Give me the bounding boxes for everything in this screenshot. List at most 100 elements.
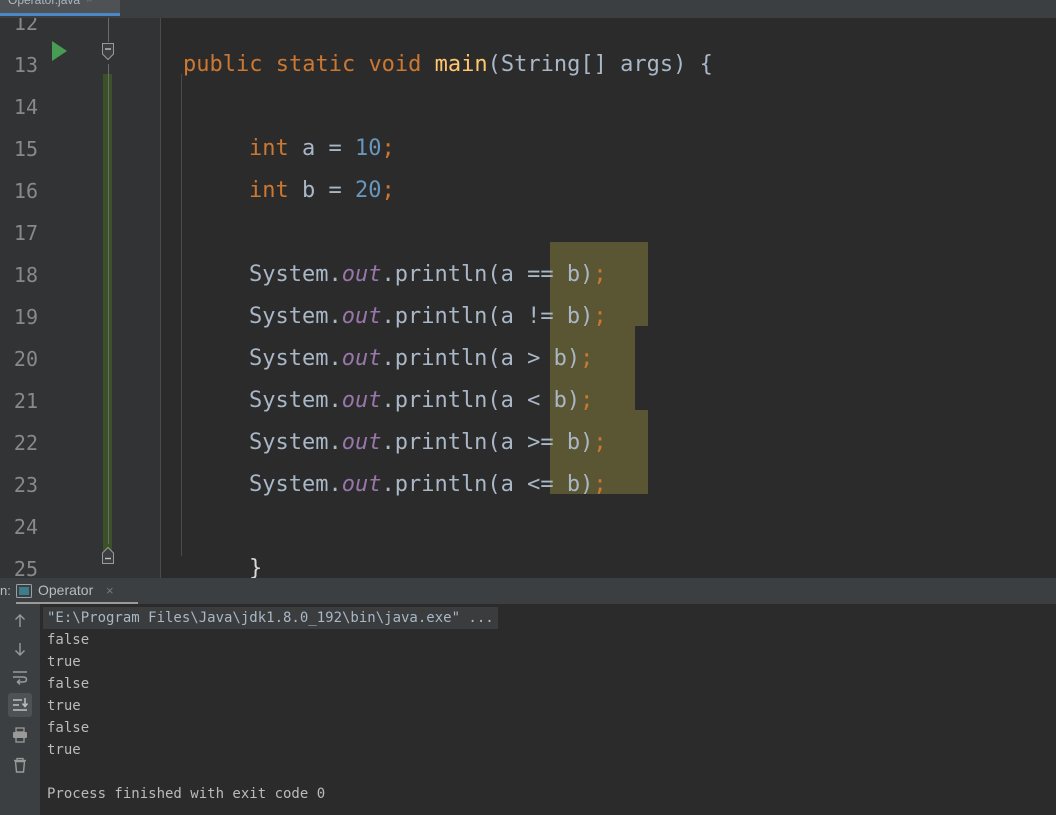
line-number: 21 [13, 389, 38, 413]
line-number: 12 [13, 18, 38, 35]
code-token: int [249, 178, 302, 203]
code-token: System. [249, 430, 342, 455]
code-token: .println(a < b) [381, 388, 581, 413]
console-output-line: true [47, 654, 81, 670]
code-line[interactable]: int b = 20; [249, 170, 395, 212]
line-number: 13 [13, 53, 38, 77]
code-token: ; [593, 472, 607, 497]
code-token: ; [580, 388, 594, 413]
up-arrow-icon[interactable] [8, 609, 32, 633]
fold-region-line [108, 18, 109, 42]
code-line[interactable]: } [249, 548, 262, 578]
line-number: 14 [13, 95, 38, 119]
code-token: } [249, 556, 263, 578]
soft-wrap-icon[interactable] [8, 665, 32, 689]
line-number: 18 [13, 263, 38, 287]
run-window-label: n: [0, 583, 11, 598]
code-token: int [249, 136, 302, 161]
code-token: main [434, 52, 488, 77]
line-number: 24 [13, 515, 38, 539]
code-line[interactable]: public static void main(String[] args) { [183, 44, 713, 86]
code-token: ; [381, 136, 395, 161]
down-arrow-icon[interactable] [8, 637, 32, 661]
run-tool-window: n: Operator × "E:\Program Files\Java\jdk… [0, 578, 1056, 815]
code-token: public [183, 52, 276, 77]
code-token: .println(a == b) [381, 262, 594, 287]
console-command-line: "E:\Program Files\Java\jdk1.8.0_192\bin\… [43, 607, 498, 629]
console-output-line: Process finished with exit code 0 [47, 786, 326, 802]
console-toolbar[interactable] [0, 604, 40, 815]
fold-end-icon[interactable] [97, 545, 119, 567]
console-output-line: false [47, 720, 90, 736]
run-arrow-icon[interactable] [52, 41, 67, 61]
close-icon[interactable]: × [86, 0, 92, 6]
code-line[interactable]: System.out.println(a > b); [249, 338, 593, 380]
editor-tab-operator-java[interactable]: Operator.java × [0, 0, 120, 16]
scroll-to-end-icon[interactable] [8, 693, 32, 717]
line-number: 22 [13, 431, 38, 455]
code-line[interactable]: System.out.println(a <= b); [249, 464, 607, 506]
code-token: System. [249, 304, 342, 329]
code-token: b [301, 178, 329, 203]
intellij-window: Operator.java × 12 13 14 15 16 17 18 19 20 21 22 23… [0, 0, 1056, 815]
console-icon [16, 583, 32, 598]
code-token: ; [593, 304, 607, 329]
code-token: .println(a >= b) [381, 430, 594, 455]
fold-collapse-icon[interactable] [97, 41, 119, 63]
code-line[interactable]: int a = 10; [249, 128, 395, 170]
line-number: 16 [13, 179, 38, 203]
editor-tab-label: Operator.java [8, 0, 81, 7]
console-output-line: false [47, 632, 90, 648]
console-output[interactable]: "E:\Program Files\Java\jdk1.8.0_192\bin\… [40, 604, 1056, 815]
code-token: = [328, 136, 355, 161]
code-token: ; [593, 262, 607, 287]
code-token: .println(a != b) [381, 304, 594, 329]
code-token: void [368, 52, 435, 77]
code-token: System. [249, 262, 342, 287]
code-token: out [341, 388, 382, 413]
run-tab-label: Operator [38, 582, 94, 598]
code-token: (String[] args) { [487, 52, 713, 77]
code-token: System. [249, 346, 342, 371]
code-editor[interactable]: 12 13 14 15 16 17 18 19 20 21 22 23 24 25 [0, 18, 1056, 578]
close-icon[interactable]: × [106, 583, 114, 598]
line-number: 23 [13, 473, 38, 497]
console-output-line: false [47, 676, 90, 692]
code-line[interactable]: System.out.println(a != b); [249, 296, 607, 338]
line-number: 25 [13, 557, 38, 578]
run-tool-window-header: n: Operator × [0, 578, 1056, 604]
editor-gutter[interactable]: 12 13 14 15 16 17 18 19 20 21 22 23 24 25 [0, 18, 160, 578]
code-token: a [301, 136, 329, 161]
code-token: 20 [354, 178, 382, 203]
code-token: ; [381, 178, 395, 203]
console-output-line: true [47, 742, 81, 758]
code-token: out [341, 304, 382, 329]
code-token: ; [580, 346, 594, 371]
print-icon[interactable] [8, 723, 32, 747]
code-token: out [341, 430, 382, 455]
code-content[interactable]: public static void main(String[] args) {… [161, 18, 1056, 578]
line-number: 15 [13, 137, 38, 161]
code-token: System. [249, 472, 342, 497]
console-output-line: true [47, 698, 81, 714]
line-number: 17 [13, 221, 38, 245]
code-line[interactable]: System.out.println(a < b); [249, 380, 593, 422]
editor-tab-strip: Operator.java × [0, 0, 1056, 18]
code-token: .println(a > b) [381, 346, 581, 371]
line-number: 20 [13, 347, 38, 371]
code-token: System. [249, 388, 342, 413]
code-token: = [328, 178, 355, 203]
code-line[interactable]: System.out.println(a >= b); [249, 422, 607, 464]
code-token: .println(a <= b) [381, 472, 594, 497]
code-token: ; [593, 430, 607, 455]
code-line[interactable]: System.out.println(a == b); [249, 254, 607, 296]
code-token: 10 [354, 136, 382, 161]
code-token: out [341, 346, 382, 371]
fold-region-line-lower [108, 64, 109, 544]
code-token: out [341, 262, 382, 287]
code-token: out [341, 472, 382, 497]
code-token: static [275, 52, 369, 77]
trash-icon[interactable] [8, 753, 32, 777]
line-number: 19 [13, 305, 38, 329]
indent-guide [181, 74, 182, 556]
